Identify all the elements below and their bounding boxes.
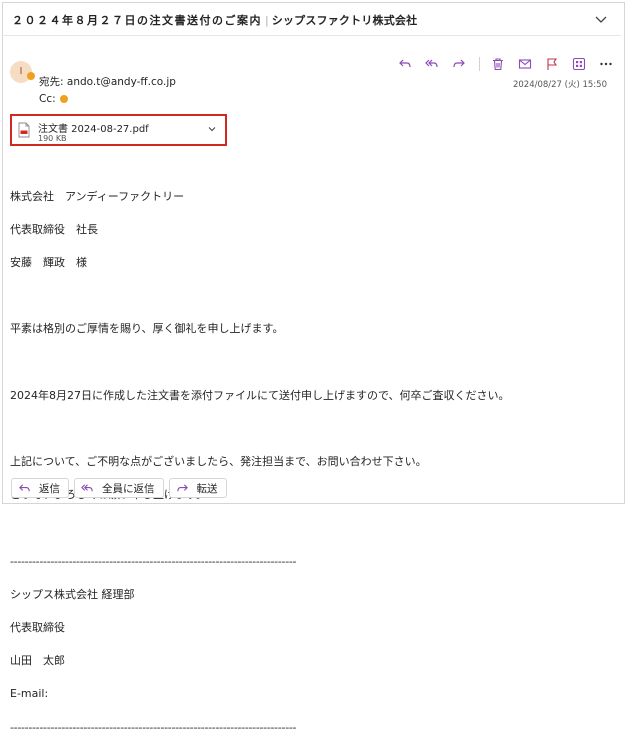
delete-action[interactable] bbox=[491, 57, 505, 71]
reply-icon bbox=[19, 483, 30, 491]
signature-line: 山田 太郎 bbox=[10, 654, 65, 668]
cc-line: Cc: bbox=[39, 93, 68, 105]
sender-avatar[interactable]: I bbox=[10, 61, 35, 83]
reply-all-icon bbox=[81, 483, 93, 491]
forward-icon bbox=[176, 483, 188, 491]
flag-action[interactable] bbox=[545, 57, 559, 71]
body-line: 上記について、ご不明な点がございましたら、発注担当まで、お問い合わせ下さい。 bbox=[10, 455, 427, 469]
attachment-card[interactable]: 注文書 2024-08-27.pdf 190 KB bbox=[10, 114, 227, 146]
forward-button[interactable]: 転送 bbox=[168, 478, 227, 498]
message-body: 株式会社 アンディーファクトリー 代表取締役 社長 安藤 輝政 様 平素は格別の… bbox=[10, 172, 610, 753]
forward-action[interactable] bbox=[452, 57, 466, 71]
mark-unread-action[interactable] bbox=[518, 57, 532, 71]
reply-action[interactable] bbox=[398, 57, 412, 71]
chevron-down-icon bbox=[595, 16, 607, 23]
to-label: 宛先: bbox=[39, 76, 64, 88]
signature-divider: ----------------------------------------… bbox=[10, 554, 297, 568]
forward-icon bbox=[453, 59, 465, 68]
reply-bar: 返信 全員に返信 転送 bbox=[11, 478, 232, 498]
collapse-conversation-button[interactable] bbox=[593, 11, 609, 27]
cc-label: Cc: bbox=[39, 93, 56, 105]
envelope-icon bbox=[518, 59, 532, 69]
reply-all-action[interactable] bbox=[425, 57, 439, 71]
message-date: 2024/08/27 (火) 15:50 bbox=[512, 80, 607, 90]
message-actions bbox=[398, 57, 626, 71]
body-line: 株式会社 アンディーファクトリー bbox=[10, 189, 185, 203]
presence-icon bbox=[27, 72, 35, 80]
body-line: 2024年8月27日に作成した注文書を添付ファイルにて送付申し上げますので、何卒… bbox=[10, 388, 510, 402]
to-address[interactable]: ando.t@andy-ff.co.jp bbox=[67, 76, 176, 88]
subject-line: ２０２４年８月２７日の注文書送付のご案内 | シップスファクトリ株式会社 bbox=[12, 12, 417, 28]
more-actions[interactable] bbox=[599, 57, 613, 71]
apps-action[interactable] bbox=[572, 57, 586, 71]
body-line: 安藤 輝政 様 bbox=[10, 255, 87, 269]
attachment-filename: 注文書 2024-08-27.pdf bbox=[38, 124, 149, 135]
signature-line: シップス株式会社 経理部 bbox=[10, 587, 135, 601]
reply-button-label: 返信 bbox=[39, 482, 60, 495]
signature-line: E-mail: bbox=[10, 687, 49, 701]
subject-bar: ２０２４年８月２７日の注文書送付のご案内 | シップスファクトリ株式会社 bbox=[2, 2, 621, 36]
more-icon bbox=[600, 62, 612, 66]
chevron-down-icon[interactable] bbox=[207, 124, 217, 134]
reply-all-button[interactable]: 全員に返信 bbox=[74, 478, 164, 498]
to-line: 宛先: ando.t@andy-ff.co.jp bbox=[39, 74, 176, 89]
body-line: 代表取締役 社長 bbox=[10, 222, 98, 236]
avatar-initial: I bbox=[19, 66, 23, 77]
reply-icon bbox=[399, 59, 411, 68]
reply-all-button-label: 全員に返信 bbox=[102, 482, 155, 495]
attachment-size: 190 KB bbox=[38, 134, 67, 143]
reply-button[interactable]: 返信 bbox=[11, 478, 69, 498]
cc-recipient-icon[interactable] bbox=[59, 95, 68, 103]
trash-icon bbox=[493, 58, 503, 71]
reply-all-icon bbox=[425, 59, 438, 68]
subject-sender: シップスファクトリ株式会社 bbox=[271, 14, 418, 27]
action-divider bbox=[479, 57, 480, 71]
signature-divider: ----------------------------------------… bbox=[10, 720, 297, 734]
apps-icon bbox=[572, 57, 586, 71]
pdf-file-icon bbox=[18, 122, 30, 138]
forward-button-label: 転送 bbox=[196, 482, 218, 495]
subject-text: ２０２４年８月２７日の注文書送付のご案内 bbox=[12, 14, 262, 27]
subject-separator: | bbox=[265, 14, 269, 27]
flag-icon bbox=[547, 58, 558, 70]
body-line: 平素は格別のご厚情を賜り、厚く御礼を申し上げます。 bbox=[10, 322, 284, 336]
signature-line: 代表取締役 bbox=[10, 621, 65, 635]
